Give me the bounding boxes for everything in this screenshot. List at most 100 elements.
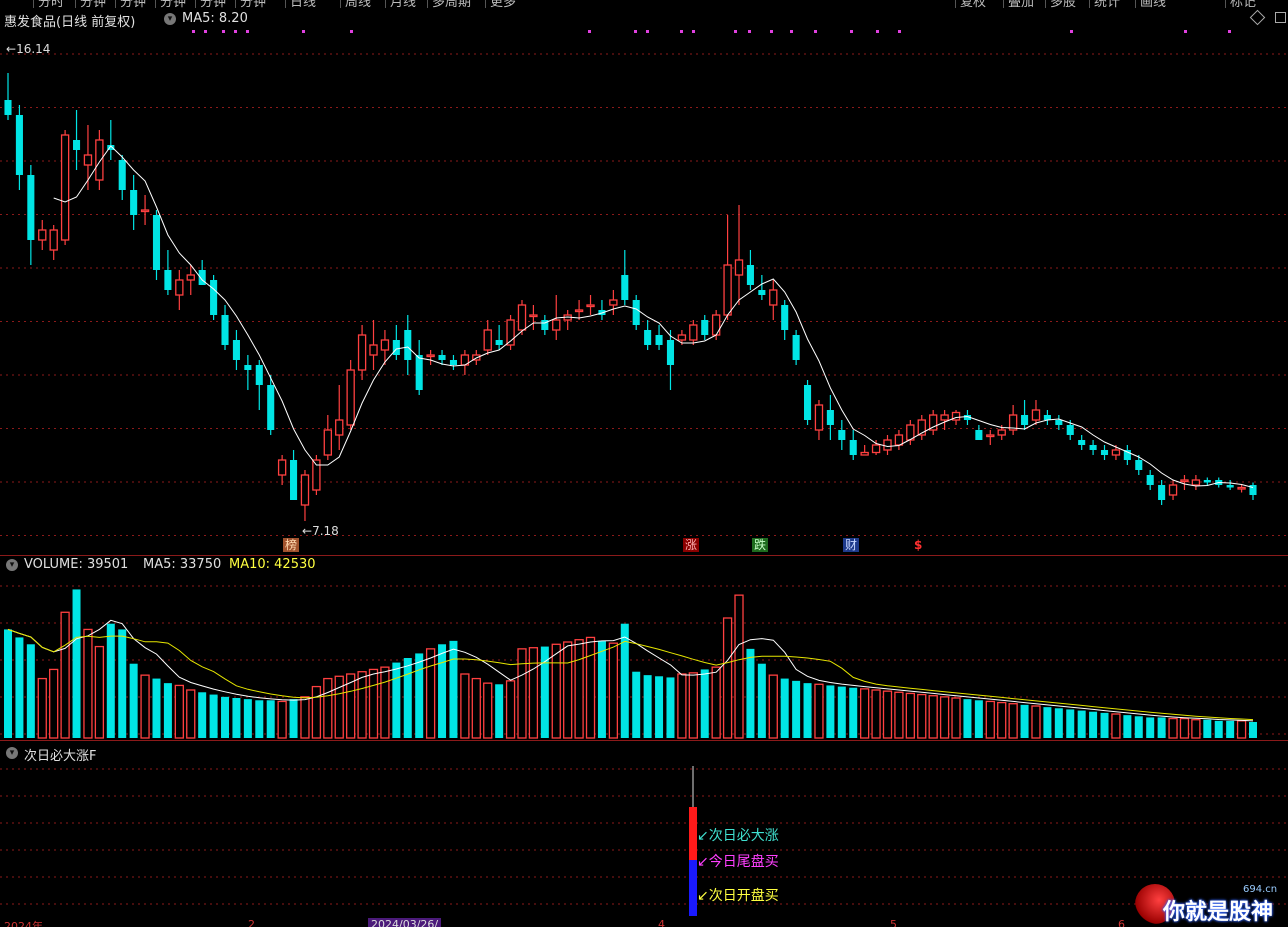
axis-cursor-date: 2024/03/26/ [368,918,442,927]
volume-bar [997,701,1007,739]
candle-body [986,434,995,438]
event-dot [734,30,737,33]
volume-bar [1179,717,1190,739]
candle-body [529,314,538,318]
candle-body [221,315,229,345]
event-dot [1228,30,1231,33]
volume-bar [849,687,858,738]
signal-buy-open: ↙次日开盘买 [697,888,779,904]
candle-body [838,430,846,440]
volume-bar [174,684,184,739]
volume-bar [768,674,778,739]
volume-bar [837,686,846,738]
candle-body [711,314,721,336]
volume-bar [1100,712,1109,738]
candle-body [1078,440,1086,445]
event-dot [646,30,649,33]
candle-body [574,309,584,313]
volume-bar [792,680,801,738]
tag-finance[interactable]: 财 [843,538,860,552]
volume-bar [380,666,390,739]
event-dot [770,30,773,33]
volume-bar [551,643,561,739]
high-price-marker: ←16.14 [6,42,51,56]
candle-body [769,289,778,306]
candle-body [95,139,104,181]
volume-bar [1043,707,1052,738]
candle-body [495,340,503,345]
candle-body [1043,415,1051,420]
candlestick-chart[interactable] [0,0,1288,556]
candle-body [1168,484,1178,496]
candle-body [380,339,390,351]
volume-bar [894,691,904,739]
volume-bar [1134,716,1143,738]
candle-body [849,440,857,455]
event-dot [1070,30,1073,33]
volume-bar [917,693,927,739]
volume-bar [129,663,138,738]
candle-body [1180,479,1189,483]
candle-body [1055,420,1063,425]
volume-bar [334,675,344,739]
volume-chart[interactable] [0,556,1288,740]
axis-label-feb: 2 [248,918,255,927]
candle-body [483,329,492,351]
tag-ranking[interactable]: 榜 [283,538,300,552]
volume-bar [711,666,721,739]
volume-bar [495,684,504,738]
candle-body [38,229,47,241]
volume-bar [460,673,470,739]
volume-bar [368,668,379,739]
volume-bar [106,623,115,738]
event-dot [302,30,305,33]
event-dot [234,30,237,33]
volume-bar [677,673,687,739]
candle-body [140,209,150,213]
volume-bar [620,623,629,738]
volume-bar [1077,710,1086,738]
candle-body [118,160,126,190]
candle-body [1111,449,1121,456]
candle-body [997,429,1006,436]
volume-bar [1111,713,1121,739]
volume-bar [939,696,950,739]
candle-body [130,190,138,215]
axis-label-jun: 6 [1118,918,1125,927]
ma5-line [53,145,1254,488]
volume-bar [860,688,870,739]
volume-bar [643,675,652,738]
watermark-site: 694.cn [1243,884,1278,895]
volume-bar [311,685,322,739]
candle-body [290,460,298,500]
date-axis: 2024年 2 2024/03/26/ 4 5 6 [0,917,1288,927]
tag-dollar[interactable]: $ [912,538,924,552]
candle-body [1237,486,1246,490]
volume-bar [277,700,287,739]
event-dot [692,30,695,33]
volume-bar [425,648,436,739]
volume-bar [37,677,47,739]
volume-bar [49,668,59,739]
volume-bar [871,689,881,739]
candle-body [781,305,789,330]
volume-bar [483,682,493,739]
volume-bar [94,645,105,739]
candle-body [404,330,412,360]
signal-next-day-rise: ↙次日必大涨 [697,828,779,844]
tag-limit-down[interactable]: 跌 [752,538,769,552]
candle-body [792,335,800,360]
indicator-chart[interactable] [0,741,1288,917]
volume-bar [1146,717,1155,738]
candle-body [175,279,184,296]
tag-limit-up[interactable]: 涨 [683,538,700,552]
candle-body [1203,480,1211,483]
candle-body [244,365,252,370]
candle-body [232,340,240,360]
axis-label-may: 5 [890,918,897,927]
event-dot [192,30,195,33]
volume-bar [1031,705,1041,739]
volume-bar [585,636,596,739]
volume-bar [528,647,539,739]
candle-body [1191,479,1201,486]
